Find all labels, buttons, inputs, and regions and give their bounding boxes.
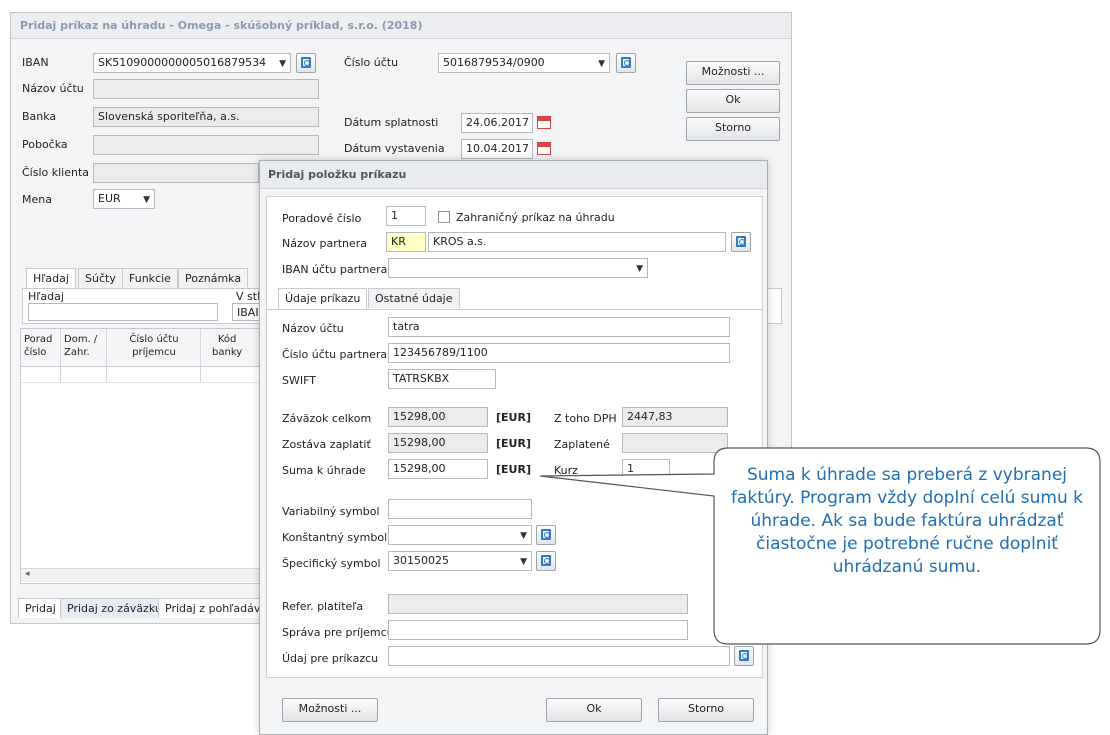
callout-bubble (539, 447, 1101, 645)
callout-text: Suma k úhrade sa preberá z vybranej fakt… (730, 465, 1084, 577)
